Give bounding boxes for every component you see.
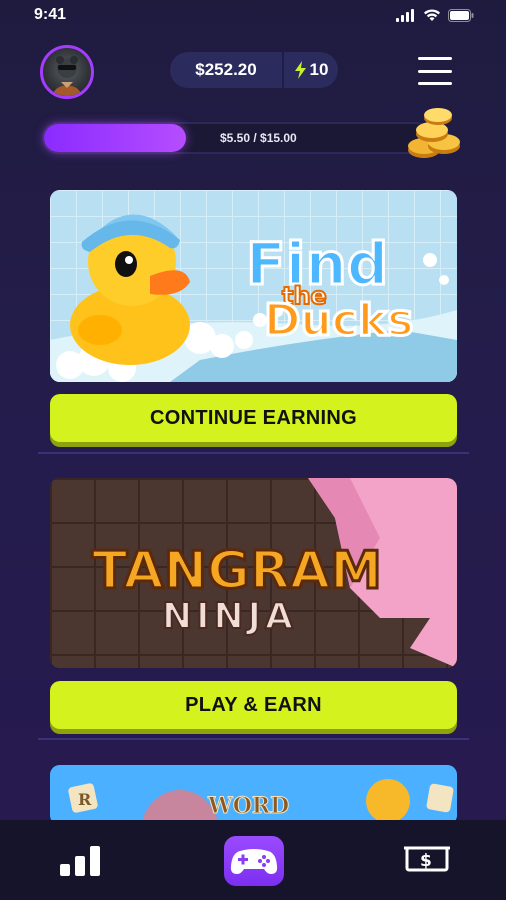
bottom-nav: $ xyxy=(0,820,506,900)
play-and-earn-button[interactable]: PLAY & EARN xyxy=(50,681,457,729)
section-divider xyxy=(38,452,469,454)
tangram-title-line1: TANGRAM xyxy=(92,541,382,601)
signal-icon xyxy=(396,9,414,22)
menu-button[interactable] xyxy=(418,57,452,85)
battery-icon xyxy=(448,9,474,22)
word-title: WORD xyxy=(207,793,289,819)
tangram-title-line2: NINJA xyxy=(162,596,297,637)
earnings-progress-bar: $5.50 / $15.00 xyxy=(42,122,432,154)
lightning-icon xyxy=(294,61,306,79)
menu-icon-bar xyxy=(418,82,452,85)
balance-pill[interactable]: $252.20 10 xyxy=(170,52,338,88)
status-time: 9:41 xyxy=(34,6,67,23)
progress-text: $5.50 / $15.00 xyxy=(220,131,297,145)
ducks-title-line3: Ducks xyxy=(264,295,413,346)
tangram-ninja-artwork: TANGRAM NINJA xyxy=(50,478,457,668)
cash-icon: $ xyxy=(404,846,450,872)
find-the-ducks-artwork: Find the Ducks xyxy=(50,190,457,382)
status-bar: 9:41 xyxy=(0,0,506,34)
continue-earning-button[interactable]: CONTINUE EARNING xyxy=(50,394,457,442)
game-card-find-the-ducks[interactable]: Find the Ducks xyxy=(50,190,457,382)
gamepad-icon xyxy=(230,849,278,874)
progress-fill xyxy=(44,124,186,152)
energy-counter: 10 xyxy=(284,60,338,80)
svg-text:$: $ xyxy=(420,851,432,871)
energy-value: 10 xyxy=(309,60,329,79)
menu-icon-bar xyxy=(418,69,452,73)
game-card-tangram-ninja[interactable]: TANGRAM NINJA xyxy=(50,478,457,668)
svg-text:R: R xyxy=(78,790,92,809)
nav-games[interactable] xyxy=(224,836,284,886)
section-divider xyxy=(38,738,469,740)
nav-cashout[interactable]: $ xyxy=(404,844,450,881)
stats-icon xyxy=(60,846,100,876)
coins-icon xyxy=(408,108,460,158)
wifi-icon xyxy=(424,9,440,21)
game-card-word[interactable]: R WORD xyxy=(50,765,457,825)
balance-amount: $252.20 xyxy=(195,60,257,79)
nav-leaderboard[interactable] xyxy=(60,842,104,881)
word-game-artwork: R WORD xyxy=(50,765,457,825)
avatar-image xyxy=(53,56,81,96)
status-icons xyxy=(396,9,474,22)
menu-icon-bar xyxy=(418,57,452,60)
avatar[interactable] xyxy=(40,45,94,99)
